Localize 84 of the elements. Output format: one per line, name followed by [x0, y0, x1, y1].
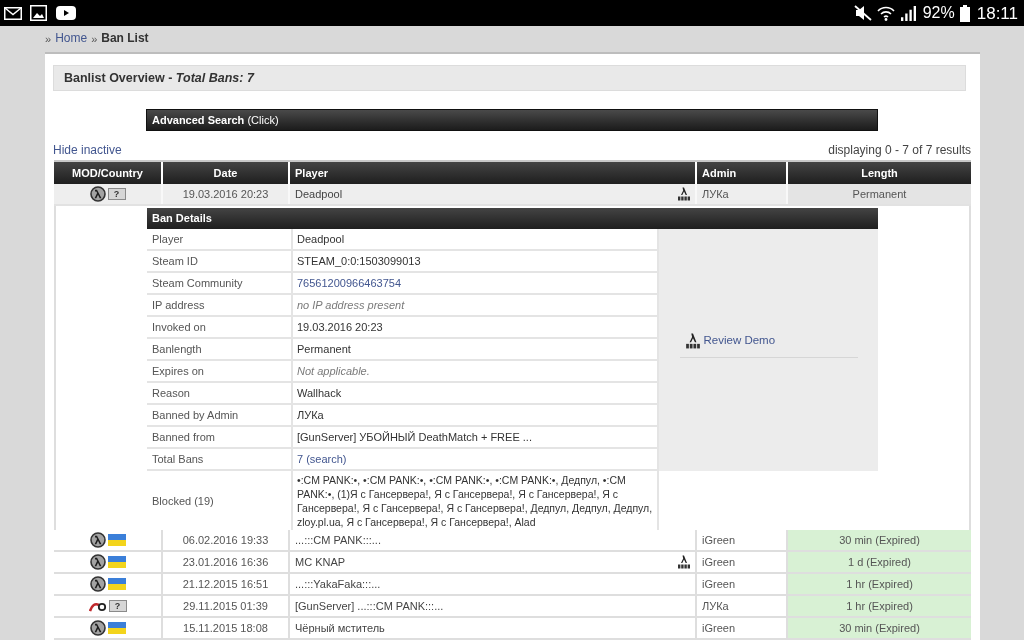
mail-icon — [4, 6, 22, 20]
field-value: ЛУКа — [293, 405, 659, 427]
player-name[interactable]: Чёрный мститель — [295, 619, 385, 637]
lambda-circle-icon — [89, 620, 106, 636]
advanced-search-bar[interactable]: Advanced Search (Click) — [146, 109, 878, 131]
field-value: Wallhack — [293, 383, 659, 405]
table-cell: 30 min (Expired) — [788, 618, 971, 638]
field-value: no IP address present — [293, 295, 659, 317]
field-label: Banlength — [147, 339, 293, 361]
field-value: STEAM_0:0:1503099013 — [293, 251, 659, 273]
player-name[interactable]: [GunServer] ...:::CM PANK:::... — [295, 597, 444, 615]
field-value: Deadpool — [293, 229, 659, 251]
field-label: IP address — [147, 295, 293, 317]
field-label: Banned by Admin — [147, 405, 293, 427]
column-header[interactable]: Length — [788, 162, 971, 184]
player-name[interactable]: ...:::YakaFaka:::... — [295, 575, 381, 593]
table-cell: 30 min (Expired) — [788, 530, 971, 550]
field-label: Player — [147, 229, 293, 251]
column-header[interactable]: Admin — [697, 162, 788, 184]
swirl-icon — [88, 600, 107, 612]
image-icon — [30, 5, 47, 21]
lambda-circle-icon — [89, 554, 106, 570]
play-icon — [56, 6, 76, 20]
table-row[interactable]: 15.11.2015 18:08 Чёрный мститель iGreen 30 min (Expired) — [54, 618, 971, 640]
field-label: Steam Community — [147, 273, 293, 295]
details-header: Ban Details — [147, 208, 878, 229]
table-row[interactable]: 21.12.2015 16:51 ...:::YakaFaka:::... iGreen 1 hr (Expired) — [54, 574, 971, 596]
table-cell: 15.11.2015 18:08 — [163, 618, 290, 638]
field-label: Reason — [147, 383, 293, 405]
breadcrumb-separator: » — [91, 31, 98, 47]
player-name[interactable]: Deadpool — [295, 185, 343, 203]
lambda-circle-icon — [89, 186, 106, 202]
current-page-label: Ban List — [101, 30, 149, 47]
review-demo-link[interactable]: Review Demo — [684, 331, 776, 350]
lambda-logo-icon — [684, 332, 701, 349]
column-header[interactable]: MOD/Country — [54, 162, 163, 184]
flag-icon — [107, 578, 126, 590]
player-name[interactable]: MC KNAP — [295, 553, 346, 571]
wifi-icon — [876, 5, 895, 21]
battery-percent: 92% — [922, 5, 955, 21]
clock: 18:11 — [976, 4, 1018, 22]
field-link[interactable]: 76561200966463754 — [293, 273, 659, 295]
table-row[interactable]: ? 29.11.2015 01:39 [GunServer] ...:::CM PANK:::... ЛУКа 1 hr (Expired) — [54, 596, 971, 618]
table-cell: 23.01.2016 16:36 — [163, 552, 290, 572]
field-value: Not applicable. — [293, 361, 659, 383]
table-cell: 1 hr (Expired) — [788, 596, 971, 616]
flag-icon — [107, 534, 126, 546]
field-label: Expires on — [147, 361, 293, 383]
table-cell: 29.11.2015 01:39 — [163, 596, 290, 616]
field-value: Permanent — [293, 339, 659, 361]
lambda-circle-icon — [89, 576, 106, 592]
field-label: Total Bans — [147, 449, 293, 471]
field-link[interactable]: 7 (search) — [293, 449, 659, 471]
table-cell: 19.03.2016 20:23 — [163, 184, 290, 204]
field-label: Steam ID — [147, 251, 293, 273]
table-cell: 1 hr (Expired) — [788, 574, 971, 594]
column-header[interactable]: Player — [290, 162, 697, 184]
breadcrumb-separator: » — [45, 31, 52, 47]
unknown-flag: ? — [108, 600, 127, 612]
results-count: displaying 0 - 7 of 7 results — [828, 142, 971, 159]
lambda-logo-icon[interactable] — [677, 187, 691, 201]
field-value: [GunServer] УБОЙНЫЙ DeathMatch + FREE ... — [293, 427, 659, 449]
breadcrumb-link[interactable]: Home — [55, 29, 88, 47]
lambda-logo-icon[interactable] — [677, 555, 691, 569]
table-row[interactable]: 23.01.2016 16:36 MC KNAP iGreen 1 d (Expired) — [54, 552, 971, 574]
table-row[interactable]: 06.02.2016 19:33 ...:::CM PANK:::... iGreen 30 min (Expired) — [54, 530, 971, 552]
table-cell: Permanent — [788, 184, 971, 204]
table-cell: 21.12.2015 16:51 — [163, 574, 290, 594]
signal-icon — [900, 5, 916, 21]
column-header[interactable]: Date — [163, 162, 290, 184]
unknown-flag: ? — [107, 188, 126, 200]
field-value: 19.03.2016 20:23 — [293, 317, 659, 339]
battery-icon — [959, 4, 970, 22]
table-row[interactable]: ? 19.03.2016 20:23 Deadpool ЛУКа Permanent — [54, 184, 971, 206]
table-cell: 1 d (Expired) — [788, 552, 971, 572]
lambda-circle-icon — [89, 532, 106, 548]
field-label: Banned from — [147, 427, 293, 449]
table-cell: 06.02.2016 19:33 — [163, 530, 290, 550]
flag-icon — [107, 622, 126, 634]
overview-heading: Banlist Overview - Total Bans: 7 — [53, 65, 966, 91]
flag-icon — [107, 556, 126, 568]
mute-icon — [853, 5, 872, 21]
player-name[interactable]: ...:::CM PANK:::... — [295, 531, 381, 549]
field-label: Invoked on — [147, 317, 293, 339]
